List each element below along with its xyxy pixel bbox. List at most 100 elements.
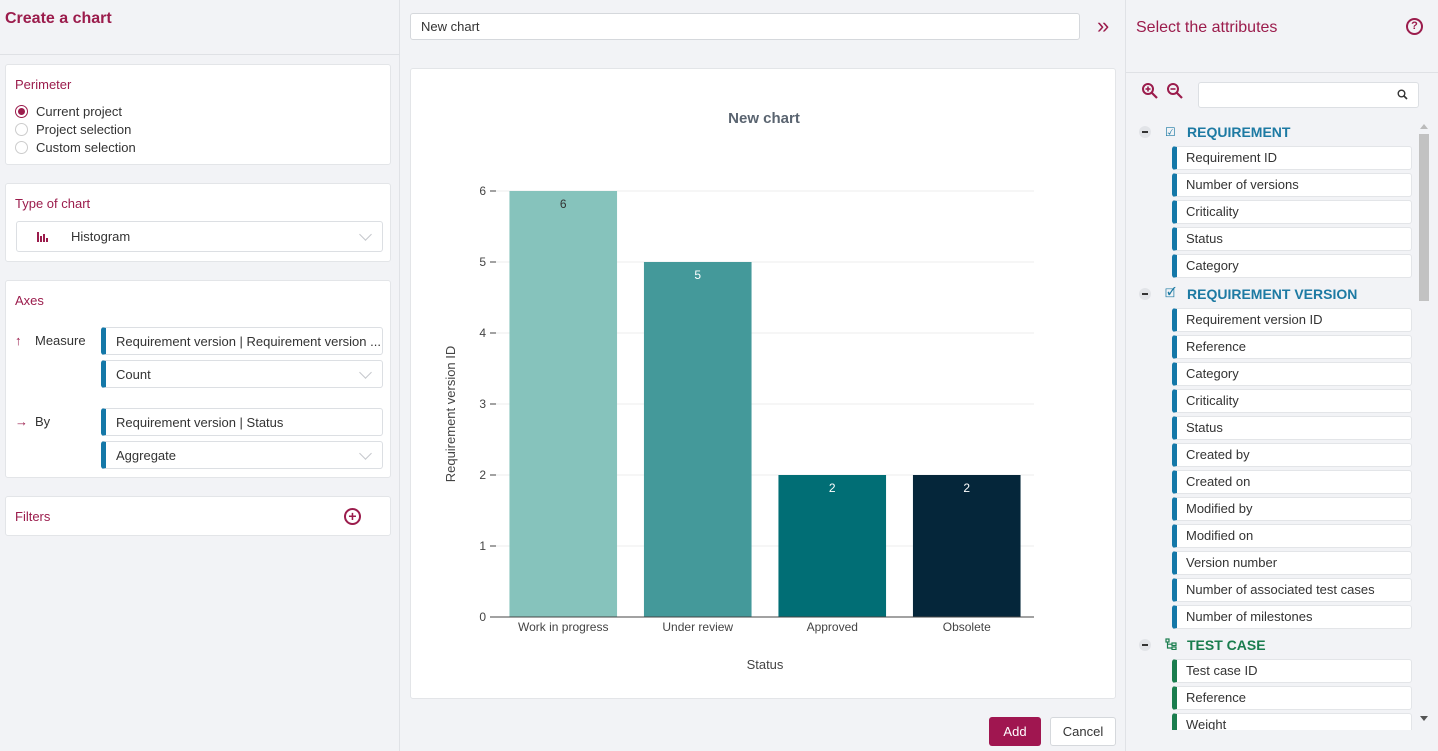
add-button[interactable]: Add: [989, 717, 1041, 746]
y-tick-label: 6: [479, 184, 486, 198]
attribute-item[interactable]: Status: [1172, 227, 1412, 251]
double-chevron-right-icon[interactable]: »: [1097, 14, 1109, 38]
y-axis-label: Requirement version ID: [443, 346, 458, 483]
scrollbar[interactable]: [1416, 120, 1432, 730]
group-label: TEST CASE: [1187, 637, 1266, 653]
chevron-down-icon: [359, 447, 372, 460]
radio-custom-selection[interactable]: Custom selection: [15, 138, 136, 156]
bar-chart: New chart 6 5 2 2 0 1 2 3 4 5 6 Work in progress U…: [443, 110, 1034, 672]
measure-label: ↑ Measure: [15, 333, 86, 348]
chart-preview: New chart 6 5 2 2 0 1 2 3 4 5 6 Work in progress U…: [410, 68, 1116, 699]
radio-label: Project selection: [36, 121, 132, 137]
attribute-item[interactable]: Weight: [1172, 713, 1412, 730]
chart-type-title: Type of chart: [15, 196, 91, 211]
attribute-item[interactable]: Criticality: [1172, 389, 1412, 413]
attribute-item[interactable]: Modified by: [1172, 497, 1412, 521]
checkbox-stack-icon: 🗹: [1165, 285, 1176, 300]
bar[interactable]: [643, 262, 752, 617]
chart-type-select[interactable]: Histogram: [16, 221, 383, 252]
attribute-item[interactable]: Created on: [1172, 470, 1412, 494]
page-title: Create a chart: [5, 10, 112, 27]
attribute-item[interactable]: Category: [1172, 254, 1412, 278]
group-label: REQUIREMENT VERSION: [1187, 286, 1358, 302]
attribute-tree: ☑ REQUIREMENT Requirement ID Number of v…: [1126, 120, 1416, 730]
radio-label: Custom selection: [36, 139, 136, 155]
x-tick-label: Under review: [662, 620, 733, 634]
chart-type-value: Histogram: [71, 229, 131, 244]
chevron-down-icon: [359, 228, 372, 241]
attribute-item[interactable]: Requirement ID: [1172, 146, 1412, 170]
attribute-search[interactable]: [1198, 82, 1419, 108]
bar-chart-icon: [37, 231, 48, 242]
bar-value-label: 2: [963, 481, 970, 495]
x-tick-label: Approved: [807, 620, 858, 634]
search-icon: [1397, 89, 1408, 100]
group-label: REQUIREMENT: [1187, 124, 1291, 140]
zoom-out-icon[interactable]: [1166, 82, 1184, 100]
attribute-item[interactable]: Category: [1172, 362, 1412, 386]
attribute-search-input[interactable]: [1199, 83, 1389, 107]
chart-type-card: Type of chart Histogram: [5, 183, 391, 262]
bar-value-label: 2: [829, 481, 836, 495]
add-filter-button[interactable]: +: [344, 508, 361, 525]
attribute-item[interactable]: Reference: [1172, 686, 1412, 710]
bar[interactable]: [912, 475, 1021, 617]
attribute-item[interactable]: Number of versions: [1172, 173, 1412, 197]
x-tick-label: Work in progress: [518, 620, 608, 634]
axes-title: Axes: [15, 293, 44, 308]
cancel-button[interactable]: Cancel: [1050, 717, 1116, 746]
collapse-icon[interactable]: [1139, 126, 1151, 138]
collapse-icon[interactable]: [1139, 288, 1151, 300]
perimeter-card: Perimeter Current project Project select…: [5, 64, 391, 165]
attribute-item[interactable]: Version number: [1172, 551, 1412, 575]
measure-operation-select[interactable]: Count: [101, 360, 383, 388]
attribute-item[interactable]: Criticality: [1172, 200, 1412, 224]
divider: [1126, 72, 1438, 73]
by-operation-select[interactable]: Aggregate: [101, 441, 383, 469]
zoom-in-icon[interactable]: [1141, 82, 1159, 100]
radio-label: Current project: [36, 103, 122, 119]
bar[interactable]: [778, 475, 887, 617]
attributes-panel: Select the attributes ? ☑ REQUIREMENT Re…: [1125, 0, 1438, 751]
attribute-item[interactable]: Status: [1172, 416, 1412, 440]
chart-name-input[interactable]: [410, 13, 1080, 40]
chevron-down-icon: [359, 366, 372, 379]
scroll-down-icon[interactable]: [1420, 716, 1428, 721]
filters-card: Filters +: [5, 496, 391, 536]
attribute-item[interactable]: Requirement version ID: [1172, 308, 1412, 332]
attribute-item[interactable]: Reference: [1172, 335, 1412, 359]
by-operation-value: Aggregate: [116, 447, 176, 463]
bar[interactable]: [509, 191, 618, 617]
checkbox-icon: ☑: [1165, 125, 1176, 139]
radio-current-project[interactable]: Current project: [15, 102, 122, 120]
attribute-item[interactable]: Number of associated test cases: [1172, 578, 1412, 602]
x-axis-label: Status: [747, 657, 784, 672]
x-tick-label: Obsolete: [943, 620, 991, 634]
scroll-thumb[interactable]: [1419, 134, 1429, 301]
y-tick-label: 5: [479, 255, 486, 269]
measure-field[interactable]: Requirement version | Requirement versio…: [101, 327, 383, 355]
scroll-up-icon[interactable]: [1420, 124, 1428, 129]
y-tick-label: 2: [479, 468, 486, 482]
radio-button[interactable]: [15, 104, 28, 118]
tree-icon: [1165, 637, 1177, 653]
attribute-item[interactable]: Test case ID: [1172, 659, 1412, 683]
filters-title: Filters: [15, 509, 51, 524]
group-requirement[interactable]: ☑ REQUIREMENT: [1126, 121, 1416, 143]
radio-project-selection[interactable]: Project selection: [15, 120, 131, 138]
attribute-item[interactable]: Created by: [1172, 443, 1412, 467]
arrow-up-icon: ↑: [15, 333, 22, 348]
y-tick-label: 1: [479, 539, 486, 553]
by-text: By: [35, 414, 51, 429]
by-field[interactable]: Requirement version | Status: [101, 408, 383, 436]
group-test-case[interactable]: TEST CASE: [1126, 634, 1416, 656]
attribute-item[interactable]: Number of milestones: [1172, 605, 1412, 629]
group-requirement-version[interactable]: 🗹 REQUIREMENT VERSION: [1126, 283, 1416, 305]
radio-button[interactable]: [15, 140, 28, 154]
attribute-item[interactable]: Modified on: [1172, 524, 1412, 548]
by-field-value: Requirement version | Status: [116, 414, 284, 430]
y-tick-label: 0: [479, 610, 486, 624]
help-circle-icon[interactable]: ?: [1406, 18, 1423, 35]
collapse-icon[interactable]: [1139, 639, 1151, 651]
radio-button[interactable]: [15, 122, 28, 136]
